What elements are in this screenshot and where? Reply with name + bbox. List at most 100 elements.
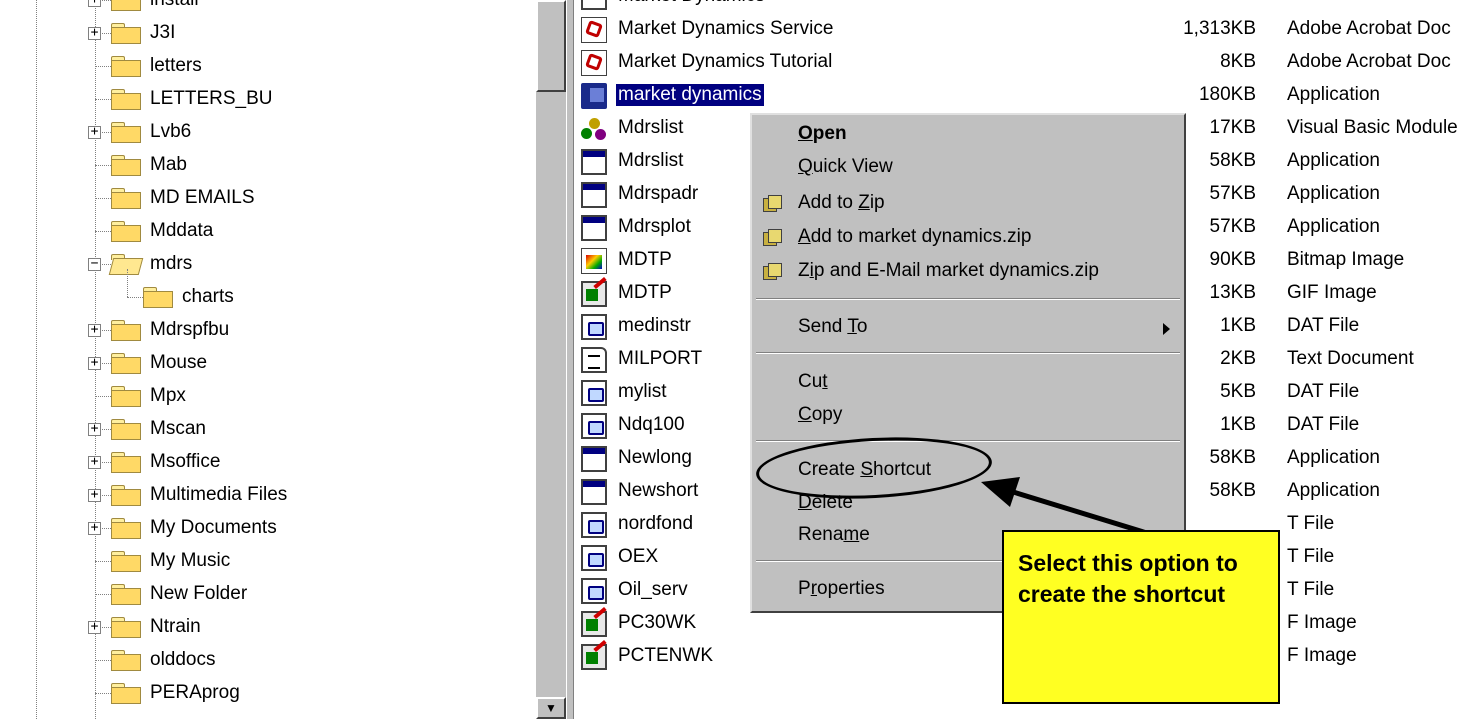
tree-item[interactable]: + Mdrspfbu (0, 314, 536, 347)
expand-icon[interactable]: + (88, 422, 101, 436)
menu-item-send-to[interactable]: Send To (754, 311, 1182, 344)
file-type: Application (1287, 84, 1380, 105)
file-type: DAT File (1287, 414, 1360, 435)
tree-item[interactable]: + My Documents (0, 512, 536, 545)
file-name: market dynamics (615, 83, 765, 107)
tree-item[interactable]: PERAprog (0, 677, 536, 710)
menu-item-quick-view[interactable]: Quick View (754, 151, 1182, 184)
tree-item-label: Lvb6 (150, 121, 192, 142)
scroll-down-button[interactable]: ▼ (536, 697, 566, 719)
tree-item-label: Ntrain (150, 616, 201, 637)
file-name: Oil_serv (618, 579, 688, 600)
scrollbar-thumb[interactable] (536, 0, 566, 92)
file-name: medinstr (618, 315, 691, 336)
dat-icon (581, 545, 607, 571)
file-row[interactable]: Market Dynamics Service 1,313KB Adobe Acro… (576, 14, 1481, 47)
tree-item[interactable]: MD EMAILS (0, 182, 536, 215)
file-type: Text Document (1287, 348, 1414, 369)
expand-icon[interactable]: + (88, 620, 101, 634)
tree-item[interactable]: My Music (0, 545, 536, 578)
file-size: 8KB (1220, 51, 1256, 72)
tree-connector (95, 594, 111, 595)
gif-icon (581, 611, 607, 637)
tree-item[interactable]: charts (0, 269, 536, 314)
tree-connector (127, 269, 128, 297)
tree-connector (95, 693, 111, 694)
app-icon (581, 479, 607, 505)
folder-icon (111, 353, 141, 374)
folder-icon (111, 551, 141, 572)
menu-item-open[interactable]: Open (754, 118, 1182, 151)
expand-icon[interactable]: + (88, 0, 101, 7)
menu-item-label: Open (798, 123, 847, 144)
tree-item[interactable]: + install (0, 0, 536, 17)
folder-icon (111, 23, 141, 44)
file-type: Adobe Acrobat Doc (1287, 51, 1451, 72)
tree-item[interactable]: Mddata (0, 215, 536, 248)
tree-item[interactable]: + Lvb6 (0, 116, 536, 149)
annotation-callout: Select this option to create the shortcu… (1002, 530, 1280, 704)
menu-item-add-to-market-dynamics-zip[interactable]: Add to market dynamics.zip (754, 221, 1182, 254)
tree-item-label: charts (182, 286, 234, 307)
gif-icon (581, 281, 607, 307)
tree-connector (95, 66, 111, 67)
tree-item[interactable]: + Mscan (0, 413, 536, 446)
menu-item-cut[interactable]: Cut (754, 366, 1182, 399)
file-name: Market Dynamics Tutorial (618, 51, 833, 72)
file-type: T File (1287, 513, 1335, 534)
expand-icon[interactable]: + (88, 488, 101, 502)
tree-item-label: Mdrspfbu (150, 319, 230, 340)
folder-icon (111, 650, 141, 671)
file-name: Newlong (618, 447, 692, 468)
expand-icon[interactable]: + (88, 356, 101, 370)
folder-icon (111, 386, 141, 407)
tree-item-label: Multimedia Files (150, 484, 288, 505)
tree-item[interactable]: + Msoffice (0, 446, 536, 479)
tree-item[interactable]: + Multimedia Files (0, 479, 536, 512)
tree-connector (95, 396, 111, 397)
file-row[interactable]: Market Dynamics Tutorial 8KB Adobe Acrobat… (576, 47, 1481, 80)
expand-icon[interactable]: + (88, 125, 101, 139)
menu-item-label: Add to market dynamics.zip (798, 226, 1032, 247)
collapse-icon[interactable]: − (88, 257, 101, 271)
file-type: T File (1287, 579, 1335, 600)
bitmap-icon (581, 248, 607, 274)
tree-item[interactable]: − mdrs (0, 248, 536, 281)
winzip-icon (763, 229, 782, 246)
file-row[interactable]: Market Dynamics (576, 0, 1481, 14)
pane-splitter[interactable] (566, 0, 574, 719)
tree-item-label: LETTERS_BU (150, 88, 273, 109)
dat-icon (581, 578, 607, 604)
gif-icon (581, 644, 607, 670)
menu-item-zip-and-e-mail-market-dynamics-zip[interactable]: Zip and E-Mail market dynamics.zip (754, 255, 1182, 288)
tree-item[interactable]: letters (0, 50, 536, 83)
file-name: Mdrslist (618, 117, 684, 138)
expand-icon[interactable]: + (88, 26, 101, 40)
tree-item-label: install (150, 0, 199, 11)
dat-icon (581, 413, 607, 439)
tree-item[interactable]: Mpx (0, 380, 536, 413)
tree-scrollbar[interactable]: ▼ (536, 0, 566, 719)
expand-icon[interactable]: + (88, 455, 101, 469)
tree-item-label: J3I (150, 22, 176, 43)
tree-item[interactable]: + Ntrain (0, 611, 536, 644)
expand-icon[interactable]: + (88, 521, 101, 535)
folder-icon (111, 419, 141, 440)
menu-item-add-to-zip[interactable]: Add to Zip (754, 187, 1182, 220)
tree-item-label: Mddata (150, 220, 214, 241)
tree-item-label: Mab (150, 154, 187, 175)
tree-item[interactable]: Mab (0, 149, 536, 182)
tree-item[interactable]: New Folder (0, 578, 536, 611)
tree-item[interactable]: LETTERS_BU (0, 83, 536, 116)
winzip-icon (763, 195, 782, 212)
menu-item-copy[interactable]: Copy (754, 399, 1182, 432)
tree-item[interactable]: olddocs (0, 644, 536, 677)
tree-item-label: MD EMAILS (150, 187, 255, 208)
tree-item[interactable]: + J3I (0, 17, 536, 50)
expand-icon[interactable]: + (88, 323, 101, 337)
tree-item[interactable]: + Mouse (0, 347, 536, 380)
tree-connector (95, 660, 111, 661)
folder-icon (111, 155, 141, 176)
file-row[interactable]: market dynamics 180KB Application (576, 80, 1481, 113)
tree-item-label: My Music (150, 550, 231, 571)
